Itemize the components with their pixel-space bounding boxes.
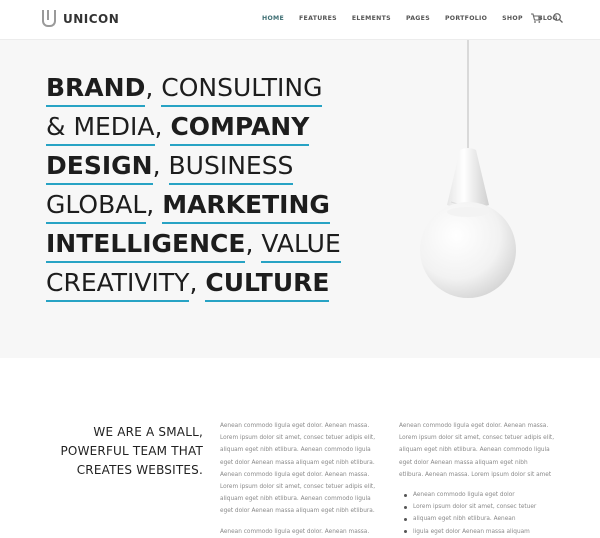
- nav-item-shop[interactable]: SHOP: [502, 15, 523, 22]
- body-text-line: eget dolor Aenean massa aliquam eget nib…: [220, 508, 375, 515]
- list-item: ligula eget dolor Aenean massa aliquam: [399, 526, 569, 538]
- hero-word: CONSULTING: [161, 72, 323, 107]
- hero-word: VALUE: [261, 228, 341, 263]
- hero-word: BRAND: [46, 72, 146, 107]
- hero-word: & MEDIA: [46, 111, 155, 146]
- hero-separator: ,: [145, 73, 162, 102]
- hero-line: DESIGN, BUSINESS: [46, 150, 341, 189]
- body-text-line: aliquam eget nibh etlibura. Aenean commo…: [220, 496, 371, 503]
- site-header: UNICON HOME FEATURES ELEMENTS PAGES PORT…: [0, 0, 600, 40]
- text-column-2: Aenean commodo ligula eget dolor. Aenean…: [399, 420, 569, 538]
- hero-separator: ,: [245, 229, 262, 258]
- brand-name: UNICON: [63, 11, 120, 26]
- nav-item-portfolio[interactable]: PORTFOLIO: [445, 15, 487, 22]
- list-item: Aenean commodo ligula eget dolor: [399, 489, 569, 501]
- hero-word: INTELLIGENCE: [46, 228, 246, 263]
- header-icons: [530, 12, 574, 24]
- tagline-line: CREATES WEBSITES.: [76, 463, 203, 477]
- nav-item-features[interactable]: FEATURES: [299, 15, 337, 22]
- body-text-line: Lorem ipsum dolor sit amet, consec tetue…: [399, 435, 555, 442]
- hero-line: & MEDIA, COMPANY: [46, 111, 341, 150]
- hero-separator: ,: [146, 190, 163, 219]
- light-bulb-image: [420, 40, 516, 298]
- list-item: aliquam eget nibh etlibura. Aenean: [399, 513, 569, 525]
- tagline-line: WE ARE A SMALL,: [93, 425, 203, 439]
- body-text-line: eget dolor Aenean massa aliquam eget nib…: [220, 459, 375, 466]
- main-nav: HOME FEATURES ELEMENTS PAGES PORTFOLIO S…: [262, 15, 573, 22]
- hero-word: CULTURE: [205, 267, 330, 302]
- hero-separator: ,: [154, 112, 171, 141]
- tagline: WE ARE A SMALL, POWERFUL TEAM THAT CREAT…: [40, 423, 203, 480]
- nav-item-pages[interactable]: PAGES: [406, 15, 430, 22]
- hero-headline: BRAND, CONSULTING & MEDIA, COMPANY DESIG…: [46, 72, 341, 306]
- logo-mark-icon: [42, 10, 56, 27]
- hero-separator: ,: [152, 151, 169, 180]
- tagline-line: POWERFUL TEAM THAT: [60, 444, 203, 458]
- hero-word: DESIGN: [46, 150, 153, 185]
- cart-icon[interactable]: [530, 12, 542, 24]
- hero-section: BRAND, CONSULTING & MEDIA, COMPANY DESIG…: [0, 40, 600, 358]
- body-text-line: Aenean commodo ligula eget dolor. Aenean…: [220, 423, 370, 429]
- body-text-line: Aenean commodo ligula eget dolor. Aenean…: [220, 471, 370, 478]
- text-column-1: Aenean commodo ligula eget dolor. Aenean…: [220, 420, 390, 538]
- hero-word: MARKETING: [162, 189, 330, 224]
- list-item: Lorem ipsum dolor sit amet, consec tetue…: [399, 501, 569, 513]
- hero-line: CREATIVITY, CULTURE: [46, 267, 341, 306]
- hero-word: GLOBAL: [46, 189, 147, 224]
- bullet-list: Aenean commodo ligula eget dolor Lorem i…: [399, 489, 569, 538]
- hero-word: CREATIVITY: [46, 267, 190, 302]
- search-icon[interactable]: [552, 12, 564, 24]
- body-text-line: Lorem ipsum dolor sit amet, consec tetue…: [220, 435, 376, 442]
- body-text-line: aliquam eget nibh etlibura. Aenean commo…: [220, 447, 371, 454]
- hero-word: COMPANY: [170, 111, 310, 146]
- body-text-line: eget dolor Aenean massa aliquam eget nib…: [399, 459, 528, 466]
- hero-line: INTELLIGENCE, VALUE: [46, 228, 341, 267]
- hero-separator: ,: [189, 268, 206, 297]
- body-text-line: aliquam eget nibh etlibura. Aenean commo…: [399, 447, 550, 454]
- nav-item-elements[interactable]: ELEMENTS: [352, 15, 391, 22]
- nav-item-home[interactable]: HOME: [262, 15, 284, 22]
- body-text-line: Aenean commodo ligula eget dolor. Aenean…: [399, 423, 549, 429]
- hero-line: BRAND, CONSULTING: [46, 72, 341, 111]
- body-text-line: etlibura. Aenean massa. Lorem ipsum dolo…: [399, 471, 552, 478]
- logo[interactable]: UNICON: [42, 10, 119, 27]
- hero-word: BUSINESS: [168, 150, 294, 185]
- body-text-line: Lorem ipsum dolor sit amet, consec tetue…: [220, 484, 376, 491]
- body-text-line: Aenean commodo ligula eget dolor. Aenean…: [220, 528, 370, 535]
- hero-line: GLOBAL, MARKETING: [46, 189, 341, 228]
